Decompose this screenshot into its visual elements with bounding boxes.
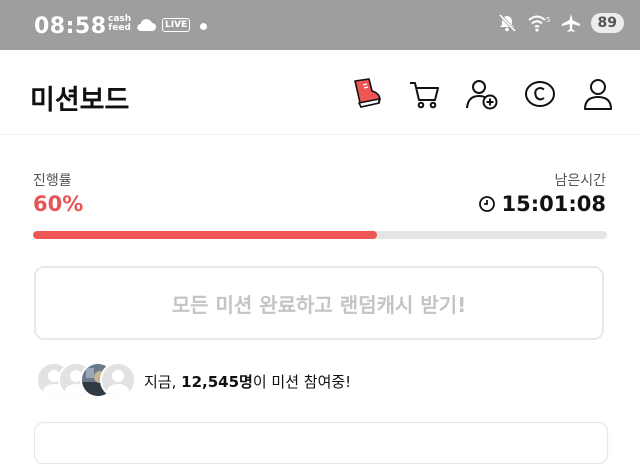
cart-button[interactable] — [406, 76, 442, 112]
notification-dot — [200, 23, 207, 30]
participants-text: 지금, 12,545명이 미션 참여중! — [144, 371, 351, 392]
header-actions — [348, 76, 616, 112]
random-cash-reward-button[interactable]: 모든 미션 완료하고 랜덤캐시 받기! — [34, 266, 604, 340]
add-user-icon — [466, 80, 498, 110]
cashfeed-bottom-text: feed — [108, 23, 131, 33]
progress-bar-fill — [33, 231, 378, 239]
progress-bar — [33, 231, 607, 239]
status-bar: 08:58 cash feed LIVE 5 89 — [0, 0, 640, 50]
cloud-icon — [137, 19, 156, 32]
participants-prefix: 지금, — [144, 372, 182, 391]
remaining-time-label: 남은시간 — [554, 173, 606, 189]
status-right-icons: 5 89 — [497, 13, 624, 33]
live-badge: LIVE — [162, 18, 191, 32]
mission-shoe-button[interactable] — [348, 76, 384, 112]
shopping-cart-icon — [410, 82, 439, 109]
progress-percent: 60% — [33, 192, 84, 216]
mute-icon — [498, 13, 516, 33]
participants-count: 12,545명 — [181, 372, 253, 391]
clock-icon — [478, 196, 495, 212]
user-icon — [584, 79, 612, 110]
cashfeed-icon: cash feed — [108, 15, 131, 33]
svg-text:5: 5 — [546, 16, 550, 24]
page-title: 미션보드 — [30, 85, 130, 116]
remaining-time: 15:01:08 — [478, 192, 606, 216]
participant-avatars — [36, 362, 136, 400]
profile-button[interactable] — [580, 76, 616, 112]
coin-icon — [525, 81, 555, 107]
add-friend-button[interactable] — [464, 76, 500, 112]
wifi-icon: 5 — [527, 15, 550, 32]
airplane-icon — [561, 14, 580, 32]
mission-card[interactable] — [34, 422, 608, 464]
battery-level: 89 — [590, 13, 624, 33]
app-header: 미션보드 — [0, 50, 640, 134]
progress-label: 진행률 — [33, 173, 72, 189]
participants-row: 지금, 12,545명이 미션 참여중! — [36, 362, 351, 400]
default-avatar-icon — [102, 364, 134, 396]
remaining-time-value: 15:01:08 — [501, 192, 606, 216]
cash-coin-button[interactable] — [522, 76, 558, 112]
shoe-icon — [354, 78, 381, 108]
avatar — [100, 362, 136, 398]
participants-suffix: 이 미션 참여중! — [252, 372, 352, 391]
status-time: 08:58 — [34, 14, 107, 39]
header-divider — [0, 134, 640, 135]
